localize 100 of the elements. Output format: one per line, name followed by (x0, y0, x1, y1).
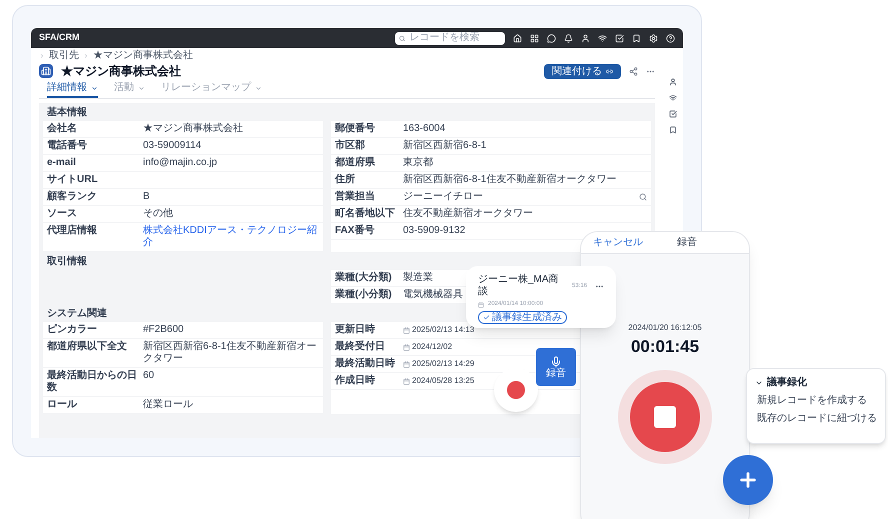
status-badge: 議事録生成済み (478, 311, 567, 324)
chevron-icon (255, 84, 262, 92)
field-label: FAX番号 (335, 225, 376, 237)
field-value: 60 (143, 370, 154, 382)
field-value: 2024/05/28 13:25 (412, 375, 474, 387)
home-icon[interactable] (513, 34, 522, 42)
share-icon[interactable] (629, 66, 638, 76)
wifi-icon[interactable] (598, 34, 607, 42)
breadcrumb-link[interactable]: 取引先 (49, 50, 79, 61)
field-label: 市区郡 (335, 140, 366, 152)
field-label: 住所 (335, 174, 356, 186)
breadcrumb-link[interactable]: ★マジン商事株式会社 (93, 50, 193, 61)
cancel-button[interactable]: キャンセル (593, 235, 643, 250)
field-value: 住友不動産新宿オークタワー (403, 208, 533, 220)
field-label: ロール (47, 399, 78, 411)
bookmark-icon[interactable] (669, 126, 677, 134)
grid-icon[interactable] (530, 34, 539, 42)
field-label: 業種(大分類) (335, 272, 393, 284)
calendar-icon (478, 302, 484, 308)
tab[interactable]: 詳細情報 (47, 82, 98, 98)
app-logo[interactable]: SFA/CRM (39, 31, 80, 45)
call-title: ジーニー株_MA商談 (478, 274, 560, 298)
field-label: 町名番地以下 (335, 208, 396, 220)
check-icon (483, 314, 490, 321)
search-icon[interactable] (639, 193, 647, 201)
field-label: 業種(小分類) (335, 289, 393, 301)
menu-header[interactable]: 議事録化 (755, 377, 877, 389)
plus-icon (737, 469, 759, 491)
field-label: 会社名 (47, 123, 78, 135)
field-value: B (143, 191, 150, 203)
mic-icon (550, 356, 562, 368)
field-value: 2025/02/13 14:29 (412, 358, 474, 370)
field-value: 2024/12/02 (412, 341, 452, 353)
section-title: 取引情報 (46, 254, 88, 269)
chevron-icon (91, 84, 98, 92)
chat-icon[interactable] (547, 34, 556, 42)
section-title: システム関連 (46, 306, 108, 321)
calendar-icon (403, 344, 410, 351)
field-label: 顧客ランク (47, 191, 98, 203)
field-label: ソース (47, 208, 78, 220)
field-value: 新宿区西新宿6-8-1住友不動産新宿オークタワー (403, 174, 616, 186)
field-label: 電話番号 (47, 140, 88, 152)
field-value: ★マジン商事株式会社 (143, 123, 243, 135)
field-label: 代理店情報 (47, 225, 98, 237)
record-title: ★マジン商事株式会社 (61, 63, 181, 80)
wifi-icon[interactable] (669, 94, 677, 102)
field-value: 製造業 (403, 272, 433, 284)
chevron-icon (755, 379, 763, 387)
chevron-icon (39, 52, 45, 58)
field-label: サイトURL (47, 174, 99, 186)
field-value: 新宿区西新宿6-8-1 (403, 140, 486, 152)
elapsed-time: 00:01:45 (630, 336, 700, 358)
field-value: 03-5909-9132 (403, 225, 466, 237)
user-icon[interactable] (669, 78, 677, 86)
calendar-icon (403, 327, 410, 334)
field-label: 都道府県 (335, 157, 376, 169)
field-label: ピンカラー (47, 324, 98, 336)
field-label: 最終活動日時 (335, 358, 396, 370)
add-button[interactable] (723, 455, 773, 505)
timestamp: 2024/01/20 16:12:05 (628, 322, 702, 334)
building-icon (39, 64, 53, 78)
field-label: 営業担当 (335, 191, 376, 203)
chevron-icon (83, 52, 89, 58)
field-value: 新宿区西新宿6-8-1住友不動産新宿オークタワー (143, 341, 318, 365)
field-value: info@majin.co.jp (143, 157, 218, 169)
field-value: #F2B600 (143, 324, 184, 336)
link-button[interactable]: 関連付ける (544, 64, 621, 78)
stop-icon (654, 406, 676, 428)
chevron-icon (138, 84, 145, 92)
field-value: その他 (143, 208, 173, 220)
help-icon[interactable] (666, 34, 675, 42)
field-value: 電気機械器具 (403, 289, 463, 301)
phone-title: 録音 (677, 236, 697, 250)
search-icon (399, 34, 406, 42)
calendar-icon (403, 378, 410, 385)
field-label: 郵便番号 (335, 123, 376, 135)
search-input[interactable]: レコードを検索 (409, 32, 501, 44)
field-value: ジーニーイチロー (403, 191, 483, 203)
field-label: 都道府県以下全文 (47, 341, 128, 353)
search-field[interactable]: レコードを検索 (395, 32, 505, 44)
settings-icon[interactable] (649, 34, 658, 42)
field-value: 03-59009114 (143, 140, 202, 152)
link-icon (606, 68, 613, 74)
section-title: 基本情報 (46, 106, 88, 120)
field-label: 作成日時 (335, 375, 376, 387)
field-label: 最終活動日からの日数 (47, 370, 138, 394)
record-button[interactable]: 録音 (536, 348, 576, 386)
user-icon[interactable] (581, 34, 590, 42)
checkbox-icon[interactable] (669, 110, 677, 118)
field-value[interactable]: 株式会社KDDIアース・テクノロジー紹介 (143, 225, 319, 249)
menu-item[interactable]: 新規レコードを作成する (755, 395, 877, 407)
field-value: 従業ロール (143, 399, 193, 411)
field-value: 163-6004 (403, 123, 446, 135)
stop-button[interactable] (630, 382, 700, 452)
bell-icon[interactable] (564, 34, 573, 42)
calendar-icon (403, 361, 410, 368)
field-value: 東京都 (403, 157, 433, 169)
field-label: e-mail (47, 157, 77, 169)
menu-item[interactable]: 既存のレコードに紐づける (755, 413, 877, 425)
field-label: 最終受付日 (335, 341, 386, 353)
